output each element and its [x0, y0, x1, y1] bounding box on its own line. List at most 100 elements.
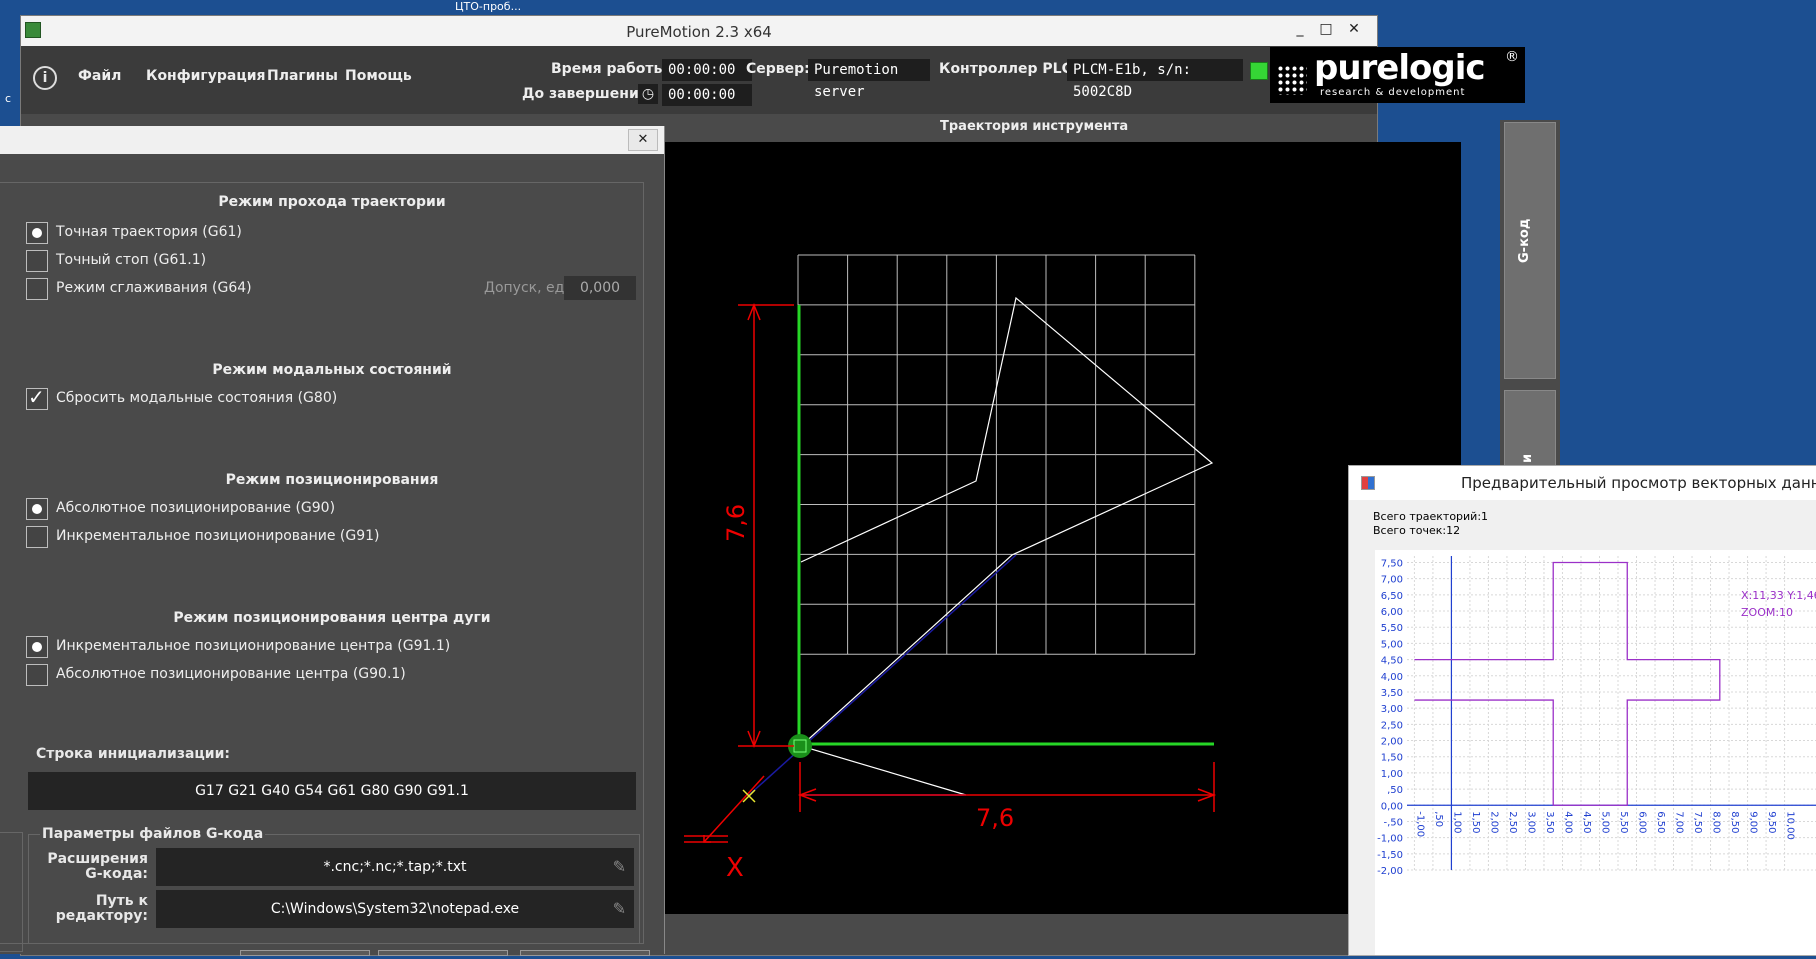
x-tick-label: 4,50 — [1581, 811, 1592, 833]
y-tick-label: 6,50 — [1381, 591, 1403, 602]
dialog-button-2[interactable] — [378, 950, 508, 956]
trajectory-canvas: 7,6 7,6 X — [684, 254, 1217, 883]
x-tick-label: ,50 — [1433, 811, 1444, 827]
minimize-button[interactable]: _ — [1287, 18, 1313, 40]
y-tick-label: 6,00 — [1381, 607, 1403, 618]
rapid-move-path — [748, 554, 1017, 796]
axis-x-label: X — [726, 853, 744, 883]
vector-preview-window: Предварительный просмотр векторных данны… — [1348, 465, 1816, 956]
plc-value: PLCM-E1b, s/n: 5002C8D — [1067, 59, 1243, 100]
menu-help[interactable]: Помощь — [345, 68, 412, 84]
x-tick-label: 1,50 — [1470, 811, 1481, 833]
logo-word: purelogic — [1314, 48, 1486, 88]
total-paths: Всего траекторий:1 — [1373, 510, 1489, 523]
radio-incremental-positioning[interactable] — [26, 526, 48, 548]
remaining-value: 00:00:00 — [662, 84, 752, 106]
y-tick-label: 3,00 — [1381, 704, 1403, 715]
path-mode-title: Режим прохода траектории — [218, 194, 446, 210]
init-string-label: Строка инициализации: — [36, 746, 231, 762]
server-label: Сервер: — [746, 61, 810, 77]
preview-titlebar[interactable]: Предварительный просмотр векторных данны… — [1349, 466, 1816, 500]
x-tick-label: 3,50 — [1544, 811, 1555, 833]
checkbox-reset-modal[interactable] — [26, 385, 48, 410]
menu-configuration[interactable]: Конфигурация — [146, 68, 266, 84]
dialog-titlebar[interactable]: ✕ — [0, 126, 664, 154]
radio-absolute-center[interactable] — [26, 664, 48, 686]
clock-icon: ◷ — [638, 84, 658, 104]
radio-exact-path[interactable] — [26, 222, 48, 244]
x-tick-label: 9,00 — [1748, 811, 1759, 833]
dialog-button-3[interactable] — [520, 950, 650, 956]
config-dialog: ✕ Режим прохода траектории Точная траект… — [0, 126, 665, 954]
y-tick-label: 4,50 — [1381, 656, 1403, 667]
edit-pencil-icon[interactable]: ✎ — [613, 848, 626, 886]
edit-pencil-icon[interactable]: ✎ — [613, 890, 626, 928]
dimension-horizontal-label: 7,6 — [976, 804, 1014, 832]
window-title: PureMotion 2.3 x64 — [626, 23, 772, 41]
taskbar-window-title[interactable]: ЦТО-проб... — [455, 0, 521, 13]
logo-sub: research & development — [1320, 87, 1466, 98]
zoom-readout: ZOOM:10 — [1741, 606, 1794, 619]
trajectory-title: Траектория инструмента — [940, 119, 1129, 134]
main-titlebar[interactable]: PureMotion 2.3 x64 _ □ ✕ — [21, 16, 1377, 46]
y-tick-label: 1,50 — [1381, 753, 1403, 764]
tolerance-input[interactable]: 0,000 — [564, 276, 636, 300]
radio-incremental-center[interactable] — [26, 636, 48, 658]
logo-registered: ® — [1505, 49, 1519, 65]
x-tick-label: 3,00 — [1525, 811, 1536, 833]
menu-file[interactable]: Файл — [78, 68, 121, 84]
extensions-label: Расширения G-кода: — [47, 851, 148, 882]
tab-gcode[interactable]: G-код — [1504, 122, 1556, 379]
y-tick-label: 4,00 — [1381, 672, 1403, 683]
uptime-label: Время работы: — [551, 61, 672, 77]
y-tick-label: 0,00 — [1381, 801, 1403, 812]
y-tick-label: -2,00 — [1377, 866, 1403, 877]
modal-title: Режим модальных состояний — [212, 362, 452, 378]
logo-dots-icon — [1277, 65, 1307, 95]
trajectory-viewport[interactable]: 7,6 7,6 X — [664, 142, 1461, 914]
x-tick-label: 9,50 — [1766, 811, 1777, 833]
maximize-button[interactable]: □ — [1313, 18, 1339, 40]
y-tick-label: 2,00 — [1381, 737, 1403, 748]
y-tick-label: -1,50 — [1377, 850, 1403, 861]
x-tick-label: 6,50 — [1655, 811, 1666, 833]
radio-smoothing[interactable] — [26, 278, 48, 300]
server-value: Puremotion server — [808, 59, 930, 100]
preview-app-icon — [1361, 476, 1375, 490]
x-tick-label: 10,00 — [1785, 811, 1796, 840]
dialog-button-1[interactable] — [240, 950, 370, 956]
y-tick-label: 3,50 — [1381, 688, 1403, 699]
dimension-vertical-label: 7,6 — [722, 504, 750, 542]
x-tick-label: 8,00 — [1711, 811, 1722, 833]
x-tick-label: 7,50 — [1692, 811, 1703, 833]
x-tick-label: 1,00 — [1451, 811, 1462, 833]
total-points: Всего точек:12 — [1373, 524, 1461, 537]
positioning-title: Режим позиционирования — [225, 472, 439, 488]
tab-secondary-label: и — [1520, 453, 1536, 464]
menu-plugins[interactable]: Плагины — [267, 68, 338, 84]
info-icon[interactable]: i — [33, 66, 57, 90]
extensions-input[interactable]: *.cnc;*.nc;*.tap;*.txt ✎ — [156, 848, 634, 886]
cursor-readout: X:11,33 Y:1,46 — [1741, 589, 1816, 602]
menu-bar: i Файл Конфигурация Плагины Помощь Время… — [21, 46, 1525, 114]
editor-path-label: Путь к редактору: — [55, 893, 148, 924]
purelogic-logo: purelogic research & development ® — [1270, 47, 1525, 103]
editor-path-input[interactable]: C:\Windows\System32\notepad.exe ✎ — [156, 890, 634, 928]
y-tick-label: -,50 — [1383, 817, 1403, 828]
radio-absolute-positioning[interactable] — [26, 498, 48, 520]
init-string-input[interactable]: G17 G21 G40 G54 G61 G80 G90 G91.1 — [28, 772, 636, 810]
uptime-value: 00:00:00 — [662, 59, 752, 81]
y-tick-label: 7,50 — [1381, 558, 1403, 569]
y-tick-label: 5,00 — [1381, 639, 1403, 650]
x-tick-label: 4,00 — [1562, 811, 1573, 833]
dialog-close-button[interactable]: ✕ — [628, 129, 658, 151]
radio-exact-stop[interactable] — [26, 250, 48, 272]
remaining-label: До завершения: — [522, 86, 654, 102]
plc-status-indicator — [1250, 62, 1268, 80]
close-button[interactable]: ✕ — [1341, 18, 1367, 40]
y-tick-label: 1,00 — [1381, 769, 1403, 780]
y-tick-label: 5,50 — [1381, 623, 1403, 634]
x-tick-label: 8,50 — [1729, 811, 1740, 833]
y-tick-label: -1,00 — [1377, 834, 1403, 845]
tolerance-label: Допуск, ед — [484, 280, 565, 296]
